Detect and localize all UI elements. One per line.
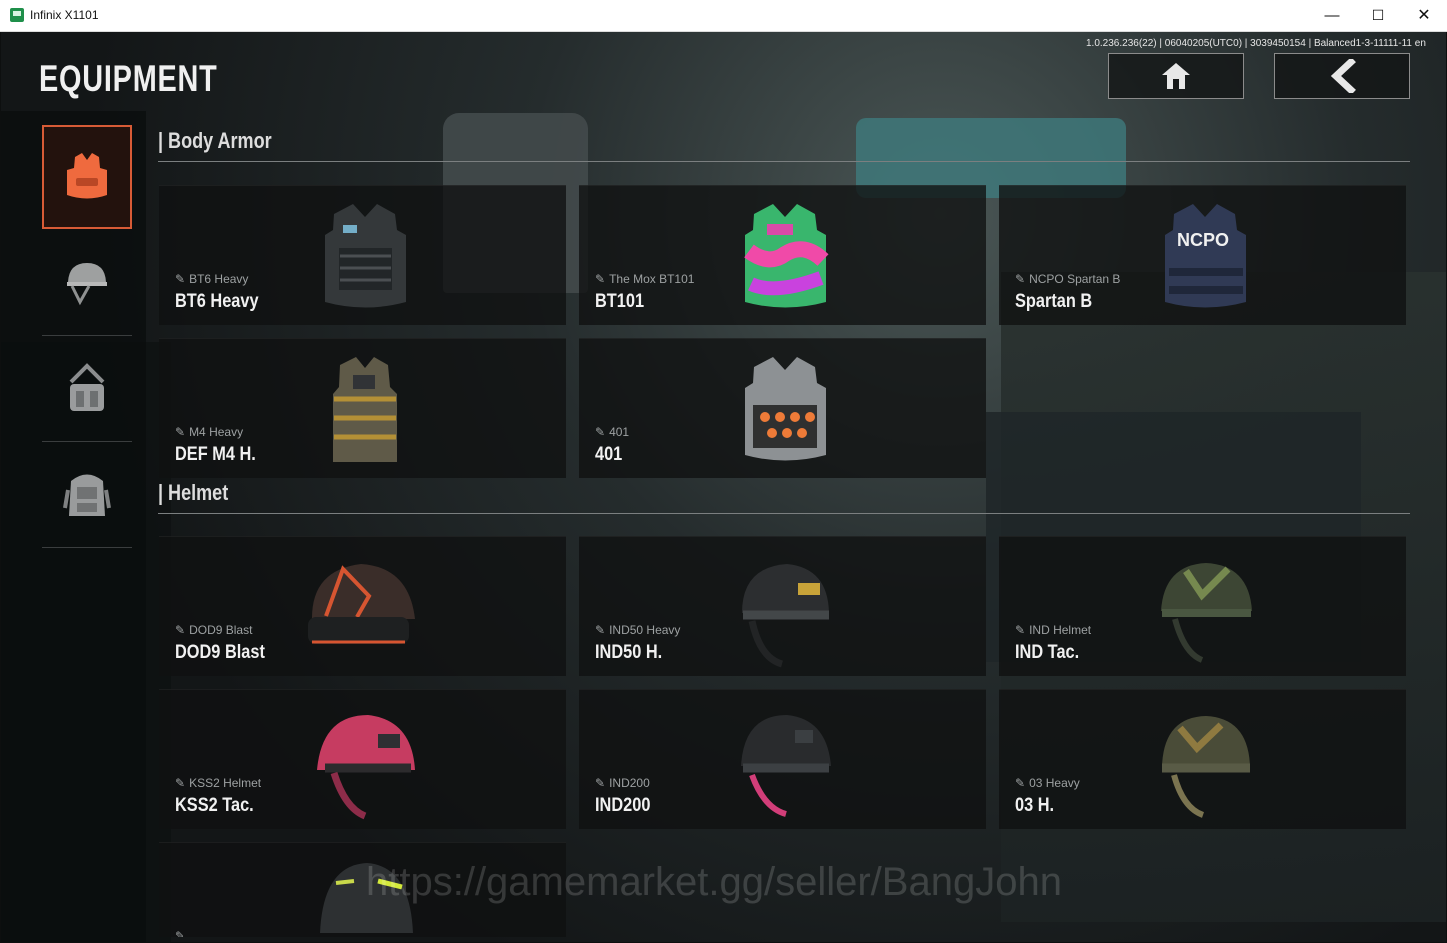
item-subtitle: IND Helmet [1015,623,1091,637]
app-icon [10,8,24,22]
minimize-button[interactable]: — [1309,0,1355,31]
category-backpack[interactable] [42,443,132,548]
helmet-card-ind-tac[interactable]: IND Helmet IND Tac. [999,536,1406,676]
helmet-card-kss2[interactable]: KSS2 Helmet KSS2 Tac. [159,689,566,829]
item-subtitle: M4 Heavy [175,425,243,439]
svg-text:NCPO: NCPO [1177,230,1229,250]
category-bag[interactable] [42,337,132,442]
item-name: DOD9 Blast [175,642,265,663]
item-subtitle: DOD9 Blast [175,623,252,637]
body-armor-card-401[interactable]: 401 401 [579,338,986,478]
item-subtitle [175,929,189,937]
helmet-icon [67,263,107,306]
bag-icon [69,363,105,411]
version-info: 1.0.236.236(22) | 06040205(UTC0) | 30394… [1086,38,1426,49]
armor-vest-icon [325,204,406,308]
item-subtitle: BT6 Heavy [175,272,248,286]
item-name: 03 H. [1015,795,1055,816]
close-button[interactable]: ✕ [1401,0,1447,31]
window-title: Infinix X1101 [30,8,99,22]
item-name: IND Tac. [1015,642,1080,663]
item-subtitle: IND50 Heavy [595,623,680,637]
body-armor-card-def-m4[interactable]: M4 Heavy DEF M4 H. [159,338,566,478]
body-armor-section-title: | Body Armor [158,128,272,153]
helmet-item-icon [308,564,415,644]
equipment-content: | Body Armor BT6 Heavy BT6 Heavy [158,123,1410,942]
helmet-item-icon [742,564,829,668]
helmet-section-header: | Helmet [158,475,1410,514]
item-subtitle: 401 [595,425,629,439]
item-subtitle: KSS2 Helmet [175,776,261,790]
body-armor-card-bt6[interactable]: BT6 Heavy BT6 Heavy [159,185,566,325]
item-name: BT6 Heavy [175,291,259,312]
category-helmet[interactable] [42,231,132,336]
helmet-card-03-heavy[interactable]: 03 Heavy 03 H. [999,689,1406,829]
item-name: BT101 [595,291,645,312]
helmet-section-title: | Helmet [158,480,229,505]
maximize-button[interactable]: ☐ [1355,0,1401,31]
item-subtitle: The Mox BT101 [595,272,694,286]
app-window: Infinix X1101 — ☐ ✕ EQUIPMENT 1.0.236.23… [0,0,1447,943]
helmet-card-ind50[interactable]: IND50 Heavy IND50 H. [579,536,986,676]
item-subtitle: NCPO Spartan B [1015,272,1120,286]
back-arrow-icon [1330,59,1356,93]
category-body-armor[interactable] [42,125,132,229]
item-name: KSS2 Tac. [175,795,254,816]
game-screen: EQUIPMENT 1.0.236.236(22) | 06040205(UTC… [1,32,1446,942]
page-title: EQUIPMENT [39,58,218,99]
helmet-item-icon [1161,563,1252,663]
armor-vest-icon: NCPO [1165,204,1246,308]
back-button[interactable] [1274,53,1410,99]
body-armor-section-header: | Body Armor [158,123,1410,162]
helmet-card-ind200[interactable]: IND200 IND200 [579,689,986,829]
armor-vest-icon [333,357,397,462]
helmet-item-icon [1162,716,1250,818]
item-name: Spartan B [1015,291,1093,312]
body-armor-card-bt101[interactable]: The Mox BT101 BT101 [579,185,986,325]
home-icon [1162,63,1190,89]
window-titlebar: Infinix X1101 — ☐ ✕ [0,0,1447,32]
body-armor-icon [67,153,107,199]
helmet-card-dod9-blast[interactable]: DOD9 Blast DOD9 Blast [159,536,566,676]
helmet-item-icon [741,715,831,817]
item-name: DEF M4 H. [175,444,256,465]
item-subtitle: 03 Heavy [1015,776,1080,790]
body-armor-card-spartan-b[interactable]: NCPO NCPO Spartan B Spartan B [999,185,1406,325]
home-button[interactable] [1108,53,1244,99]
category-sidebar [1,111,146,942]
helmet-item-icon [317,715,415,820]
watermark-text: https://gamemarket.gg/seller/BangJohn [366,860,1062,904]
item-name: IND200 [595,795,651,816]
backpack-icon [63,474,111,516]
armor-vest-icon [745,357,826,461]
item-name: 401 [595,444,623,465]
item-name: IND50 H. [595,642,663,663]
item-subtitle: IND200 [595,776,650,790]
armor-vest-icon [744,204,829,308]
